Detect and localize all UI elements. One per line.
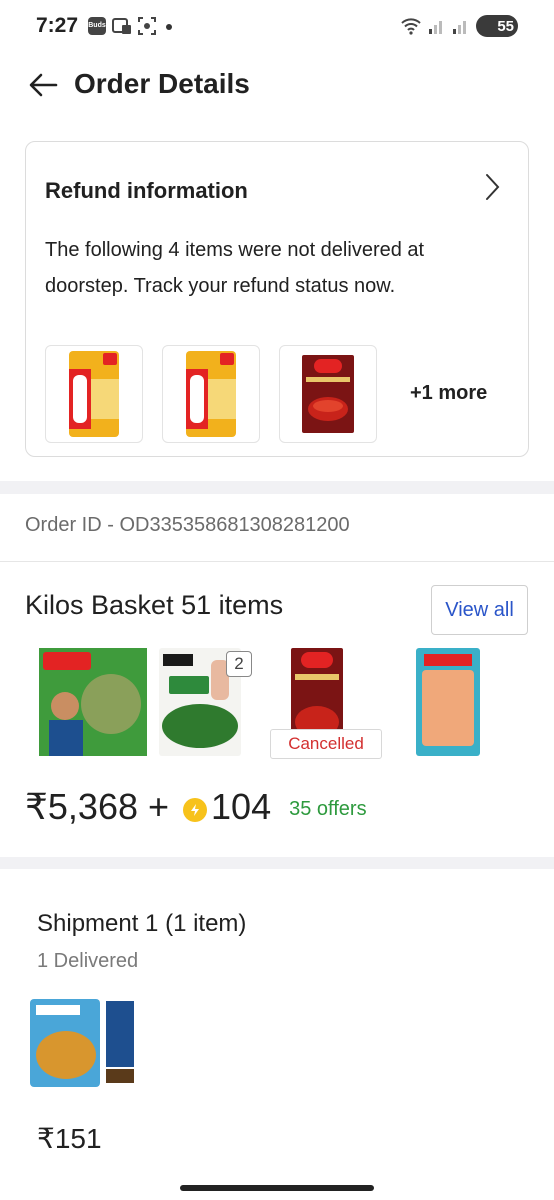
goldiee-coriander-image[interactable] bbox=[37, 646, 149, 758]
home-indicator[interactable] bbox=[180, 1185, 374, 1191]
arrow-left-icon[interactable] bbox=[26, 68, 60, 102]
basket-price-row: ₹5,368 + 104 35 offers bbox=[25, 786, 367, 828]
wifi-icon bbox=[401, 18, 421, 35]
order-id: Order ID - OD335358681308281200 bbox=[25, 514, 350, 536]
cancelled-badge: Cancelled bbox=[270, 729, 382, 759]
chevron-right-icon[interactable] bbox=[482, 172, 502, 202]
quantity-badge: 2 bbox=[226, 651, 252, 677]
fortune-oil-pack-image bbox=[69, 351, 119, 437]
shipment-status: 1 Delivered bbox=[37, 950, 139, 972]
status-time: 7:27 bbox=[36, 14, 79, 37]
basket-title: Kilos Basket 51 items bbox=[25, 590, 284, 620]
sim-card-icon bbox=[112, 18, 131, 34]
page-title: Order Details bbox=[74, 68, 250, 99]
catch-mirch-powder-image bbox=[302, 355, 354, 433]
status-bar: 7:27 Buds 55 bbox=[0, 0, 554, 54]
more-items-label[interactable]: +1 more bbox=[410, 382, 487, 405]
chana-dal-pack-image[interactable] bbox=[26, 995, 138, 1091]
shipment-title: Shipment 1 (1 item) bbox=[37, 910, 247, 937]
section-divider bbox=[0, 857, 554, 869]
status-right: 55 bbox=[400, 15, 518, 37]
supercoin-value: 104 bbox=[211, 786, 272, 827]
basket-price: ₹5,368 + bbox=[25, 786, 170, 827]
masoor-dal-pack-image[interactable] bbox=[414, 646, 482, 758]
refund-thumbnails bbox=[45, 345, 377, 443]
section-divider bbox=[0, 481, 554, 494]
fortune-oil-pack-image bbox=[186, 351, 236, 437]
supercoin-icon bbox=[183, 798, 208, 822]
divider-line bbox=[0, 561, 554, 562]
refund-item-thumbnail[interactable] bbox=[162, 345, 260, 443]
view-all-button[interactable]: View all bbox=[431, 585, 528, 635]
offers-link[interactable]: 35 offers bbox=[289, 798, 366, 821]
refund-item-thumbnail[interactable] bbox=[45, 345, 143, 443]
refund-item-thumbnail[interactable] bbox=[279, 345, 377, 443]
refund-message: The following 4 items were not delivered… bbox=[45, 239, 425, 297]
signal-icon bbox=[429, 21, 442, 34]
battery-level: 55 bbox=[497, 17, 514, 35]
signal-icon-2 bbox=[453, 21, 466, 34]
refund-title: Refund information bbox=[45, 178, 248, 203]
screenshot-icon bbox=[138, 17, 156, 35]
notification-dot-icon bbox=[166, 24, 172, 30]
header: Order Details bbox=[0, 56, 554, 116]
shipment-price: ₹151 bbox=[37, 1123, 102, 1154]
refund-information-card[interactable]: Refund information The following 4 items… bbox=[25, 141, 529, 457]
buds-icon: Buds bbox=[88, 17, 106, 35]
battery-indicator: 55 bbox=[476, 15, 518, 37]
